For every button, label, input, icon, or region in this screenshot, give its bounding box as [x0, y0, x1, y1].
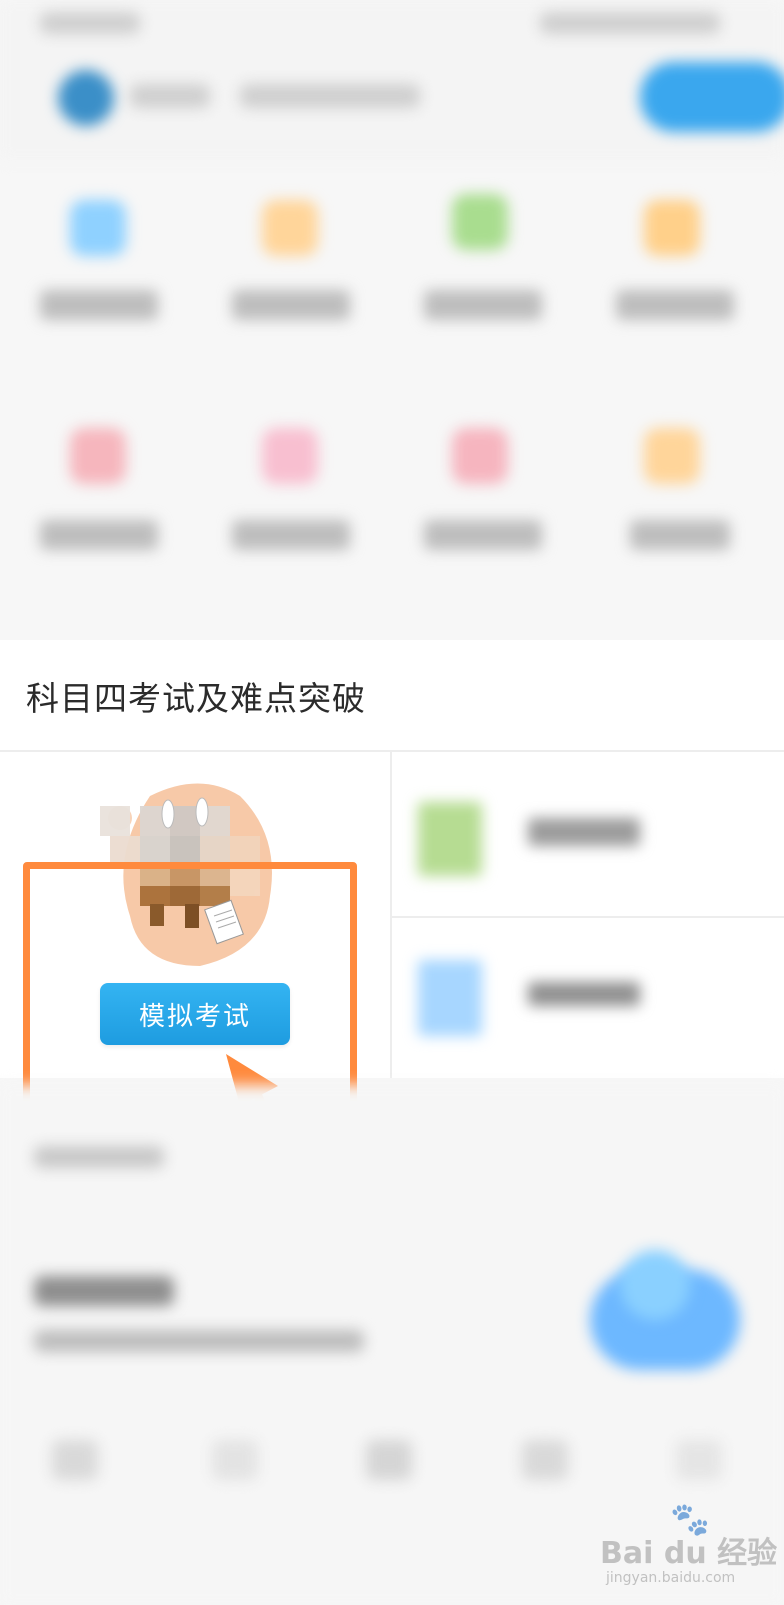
watermark-url: jingyan.baidu.com [606, 1570, 736, 1586]
card-subtitle-placeholder [34, 1330, 364, 1352]
grid-label-6 [232, 520, 350, 550]
grid-label-1 [40, 290, 158, 320]
status-left-placeholder [40, 12, 140, 34]
grid-label-7 [424, 520, 542, 550]
grid-label-4 [616, 290, 734, 320]
study-item-2-icon [418, 960, 482, 1036]
header-action-button[interactable] [640, 62, 784, 132]
grid-icon-1[interactable] [70, 200, 126, 256]
bottom-nav-icon-2[interactable] [212, 1440, 258, 1480]
grid-icon-8[interactable] [644, 428, 700, 484]
section-title: 科目四考试及难点突破 [26, 679, 366, 718]
bottom-nav-icon-1[interactable] [52, 1440, 98, 1480]
grid-icon-6[interactable] [262, 428, 318, 484]
card-title-placeholder [34, 1276, 174, 1306]
grid-icon-3[interactable] [452, 194, 508, 250]
grid-icon-7[interactable] [452, 428, 508, 484]
grid-icon-2[interactable] [262, 200, 318, 256]
avatar-icon[interactable] [58, 70, 114, 126]
grid-icon-4[interactable] [644, 200, 700, 256]
study-item-1-label [528, 818, 640, 846]
study-item-2-label [528, 982, 640, 1006]
baidu-watermark: 🐾 Bai du 经验 jingyan.baidu.com [600, 1500, 780, 1590]
bottom-nav-icon-4[interactable] [522, 1440, 568, 1480]
lower-heading-placeholder [34, 1146, 164, 1168]
grid-icon-5[interactable] [70, 428, 126, 484]
bottom-nav-icon-3[interactable] [366, 1440, 412, 1480]
divider [0, 750, 784, 752]
study-item-1-icon [418, 802, 482, 876]
divider [390, 752, 392, 1078]
bottom-nav-icon-5[interactable] [676, 1440, 722, 1480]
grid-label-3 [424, 290, 542, 320]
divider [392, 916, 784, 918]
header-text-placeholder [130, 84, 210, 108]
watermark-brand: Bai du 经验 [600, 1536, 778, 1571]
status-right-placeholder [540, 12, 720, 34]
header-subtext-placeholder [240, 84, 420, 108]
grid-label-2 [232, 290, 350, 320]
grid-label-8 [630, 520, 730, 550]
grid-label-5 [40, 520, 158, 550]
card-illustration-head [620, 1250, 690, 1320]
